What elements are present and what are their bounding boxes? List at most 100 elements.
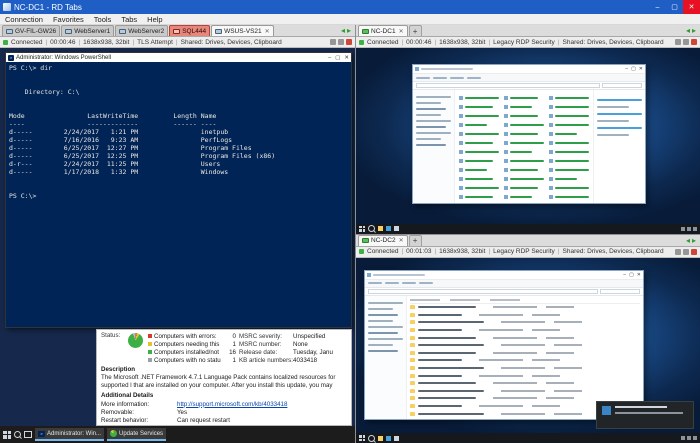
file-row[interactable] — [410, 387, 640, 395]
control-panel-item[interactable] — [549, 183, 589, 192]
control-panel-item[interactable] — [459, 147, 499, 156]
toolbar[interactable] — [365, 280, 643, 288]
control-panel-item[interactable] — [459, 156, 499, 165]
control-panel-item[interactable] — [504, 165, 544, 174]
control-panel-item[interactable] — [459, 93, 499, 102]
powershell-output[interactable]: PS C:\> dir Directory: C:\Mode LastWrite… — [6, 62, 351, 327]
maximize-button[interactable]: ▢ — [666, 0, 683, 14]
tab-gv-fil-gw26[interactable]: GV-FIL-GW26 — [2, 25, 60, 36]
tab-scroll-right-button[interactable]: ▸ — [692, 27, 696, 35]
close-tab-icon[interactable]: ✕ — [265, 28, 270, 35]
address-bar[interactable] — [368, 289, 598, 294]
control-panel-item[interactable] — [504, 120, 544, 129]
new-tab-button[interactable]: + — [409, 235, 422, 246]
remote-desktop-nc-dc2[interactable]: – ▢ ✕ — [356, 258, 700, 443]
taskbar-button-update-services[interactable]: Update Services — [107, 428, 166, 441]
performance-icon[interactable] — [683, 249, 689, 255]
start-button[interactable] — [3, 431, 11, 439]
tab-webserver2[interactable]: WebServer2 — [115, 25, 168, 36]
search-box[interactable] — [602, 83, 642, 88]
speaker-icon[interactable] — [330, 39, 336, 45]
close-tab-icon[interactable]: ✕ — [399, 28, 404, 35]
control-panel-item[interactable] — [504, 129, 544, 138]
menu-tools[interactable]: Tools — [89, 15, 117, 24]
file-row[interactable] — [410, 334, 640, 342]
tab-scroll-right-button[interactable]: ▸ — [347, 27, 351, 35]
task-view-icon[interactable] — [24, 431, 32, 438]
control-panel-item[interactable] — [459, 120, 499, 129]
control-panel-item[interactable] — [459, 129, 499, 138]
control-panel-item[interactable] — [459, 165, 499, 174]
start-button[interactable] — [359, 226, 365, 232]
control-panel-item[interactable] — [504, 156, 544, 165]
disconnect-icon[interactable] — [346, 39, 352, 45]
powershell-title-bar[interactable]: > Administrator: Windows PowerShell – ▢ … — [6, 53, 351, 62]
tab-scroll-left-button[interactable]: ◂ — [341, 27, 345, 35]
control-panel-item[interactable] — [549, 111, 589, 120]
powershell-window[interactable]: > Administrator: Windows PowerShell – ▢ … — [5, 52, 352, 328]
control-panel-item[interactable] — [459, 138, 499, 147]
control-panel-window[interactable]: – ▢ ✕ — [412, 64, 646, 204]
control-panel-item[interactable] — [459, 174, 499, 183]
close-button[interactable]: ✕ — [637, 272, 641, 278]
file-row[interactable] — [410, 364, 640, 372]
search-icon[interactable] — [14, 431, 21, 438]
menu-connection[interactable]: Connection — [0, 15, 48, 24]
control-panel-item[interactable] — [504, 111, 544, 120]
control-panel-item[interactable] — [504, 93, 544, 102]
menu-tabs[interactable]: Tabs — [116, 15, 142, 24]
file-row[interactable] — [410, 304, 640, 312]
file-explorer-window[interactable]: – ▢ ✕ — [364, 270, 644, 420]
control-panel-item[interactable] — [549, 102, 589, 111]
maximize-button[interactable]: ▢ — [629, 272, 634, 278]
control-panel-item[interactable] — [549, 138, 589, 147]
tab-scroll-right-button[interactable]: ▸ — [692, 237, 696, 245]
file-row[interactable] — [410, 379, 640, 387]
control-panel-item[interactable] — [504, 102, 544, 111]
minimize-button[interactable]: – — [623, 272, 626, 278]
control-panel-item[interactable] — [459, 111, 499, 120]
control-panel-item[interactable] — [504, 174, 544, 183]
remote-desktop-nc-dc1[interactable]: – ▢ ✕ — [356, 48, 700, 234]
control-panel-item[interactable] — [549, 120, 589, 129]
disconnect-icon[interactable] — [691, 249, 697, 255]
control-panel-item[interactable] — [549, 147, 589, 156]
tab-scroll-left-button[interactable]: ◂ — [686, 237, 690, 245]
tab-wsus-vs21[interactable]: WSUS-VS21 ✕ — [211, 25, 274, 36]
tab-nc-dc2[interactable]: NC-DC2 ✕ — [358, 235, 408, 246]
control-panel-item[interactable] — [549, 93, 589, 102]
file-row[interactable] — [410, 341, 640, 349]
control-panel-item[interactable] — [504, 183, 544, 192]
tab-webserver1[interactable]: WebServer1 — [61, 25, 114, 36]
control-panel-items[interactable] — [455, 90, 593, 203]
file-explorer-icon[interactable] — [378, 436, 383, 441]
disconnect-icon[interactable] — [691, 39, 697, 45]
control-panel-item[interactable] — [504, 147, 544, 156]
performance-icon[interactable] — [338, 39, 344, 45]
file-row[interactable] — [410, 311, 640, 319]
tab-scroll-left-button[interactable]: ◂ — [686, 27, 690, 35]
control-panel-item[interactable] — [459, 102, 499, 111]
file-row[interactable] — [410, 357, 640, 365]
new-tab-button[interactable]: + — [409, 25, 422, 36]
tab-nc-dc1[interactable]: NC-DC1 ✕ — [358, 25, 408, 36]
file-row[interactable] — [410, 349, 640, 357]
control-panel-item[interactable] — [459, 183, 499, 192]
start-button[interactable] — [359, 435, 365, 441]
control-panel-item[interactable] — [549, 192, 589, 201]
search-icon[interactable] — [368, 435, 375, 442]
file-row[interactable] — [410, 319, 640, 327]
control-panel-item[interactable] — [549, 156, 589, 165]
column-headers[interactable] — [410, 297, 640, 304]
minimize-button[interactable]: – — [328, 55, 331, 61]
window-title-bar[interactable]: – ▢ ✕ — [365, 271, 643, 280]
control-panel-item[interactable] — [549, 174, 589, 183]
close-button[interactable]: ✕ — [683, 0, 700, 14]
control-panel-item[interactable] — [504, 138, 544, 147]
speaker-icon[interactable] — [675, 249, 681, 255]
menu-help[interactable]: Help — [142, 15, 167, 24]
performance-icon[interactable] — [683, 39, 689, 45]
tab-sql444[interactable]: SQL444 — [169, 25, 210, 36]
minimize-button[interactable]: – — [625, 66, 628, 72]
close-button[interactable]: ✕ — [639, 66, 643, 72]
